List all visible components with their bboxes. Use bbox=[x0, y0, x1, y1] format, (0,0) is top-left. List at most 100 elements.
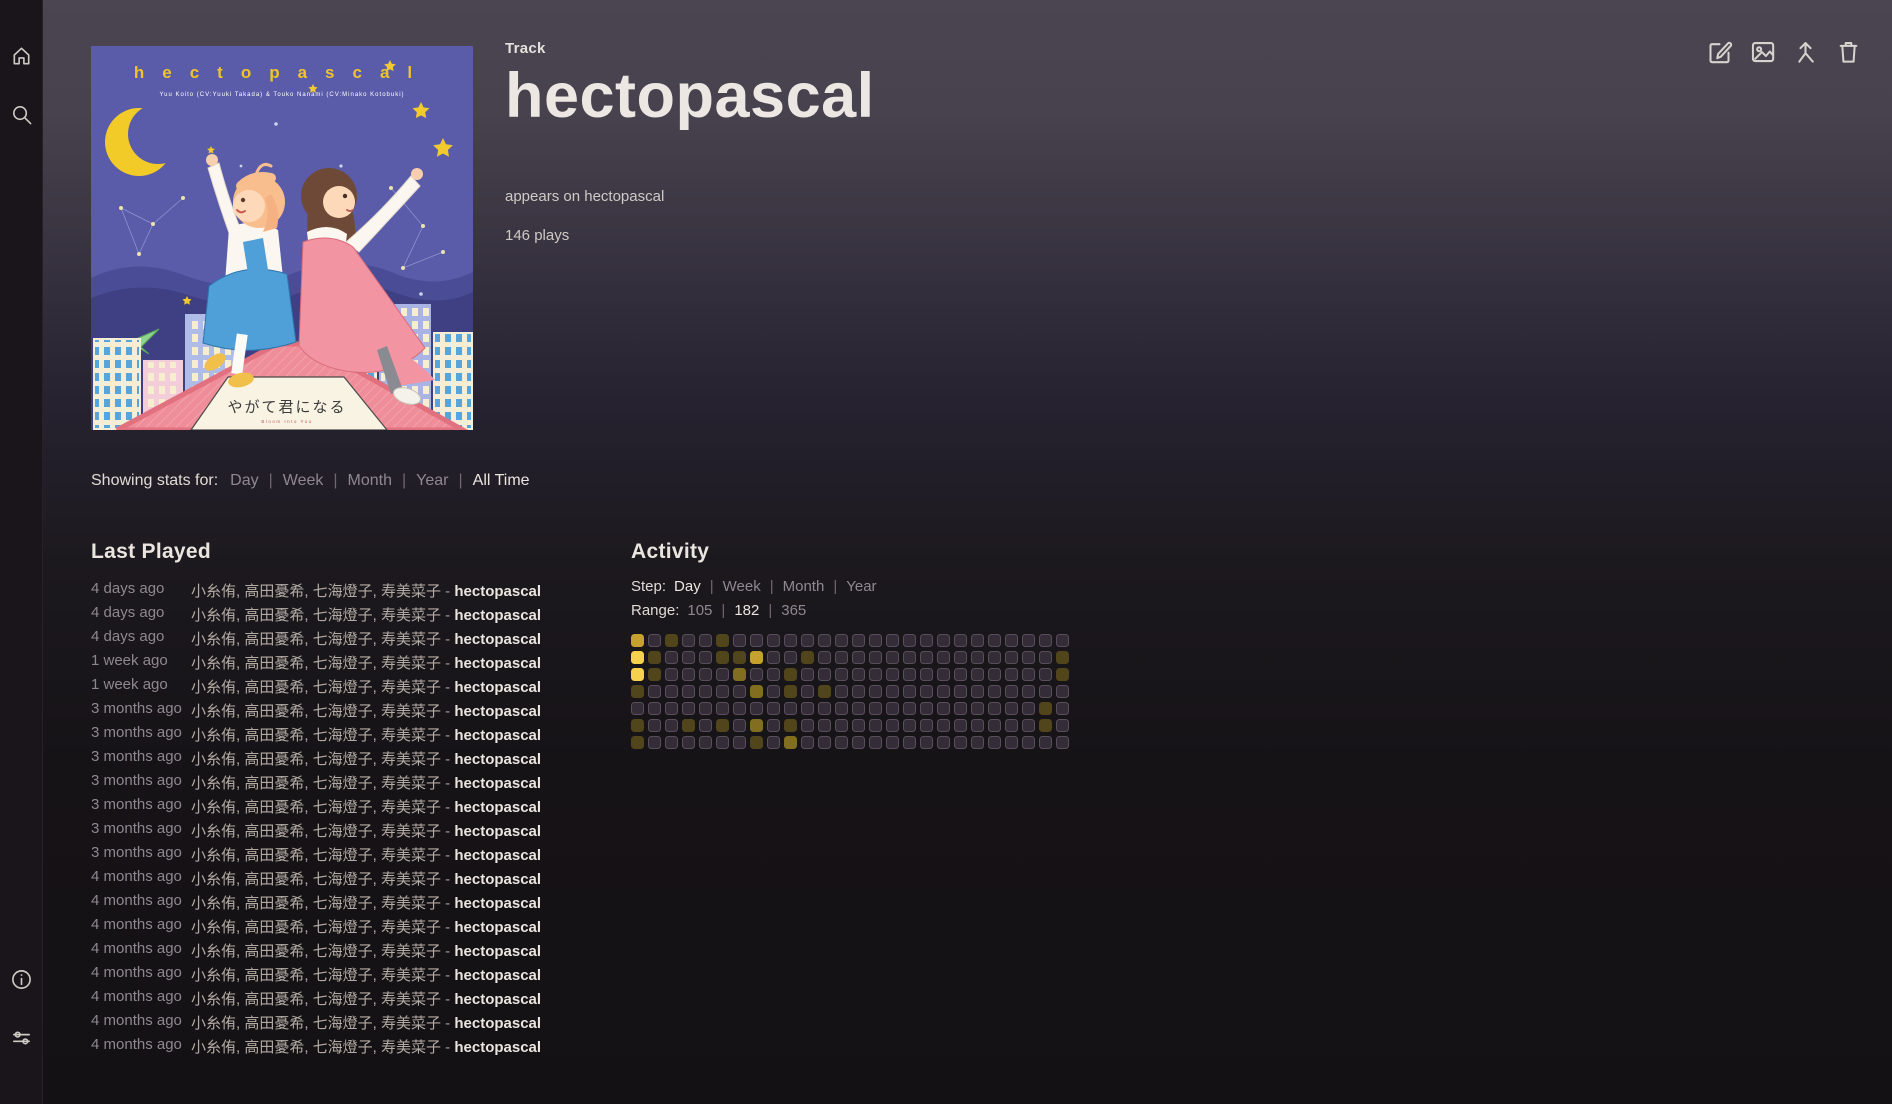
heatmap-cell[interactable] bbox=[903, 702, 916, 715]
range-option-105[interactable]: 105 bbox=[687, 602, 712, 619]
heatmap-cell[interactable] bbox=[1005, 668, 1018, 681]
heatmap-cell[interactable] bbox=[903, 685, 916, 698]
stats-option-year[interactable]: Year bbox=[416, 472, 448, 489]
heatmap-cell[interactable] bbox=[1022, 685, 1035, 698]
artist-links[interactable]: 小糸侑, 高田憂希, 七海燈子, 寿美菜子 bbox=[191, 871, 441, 888]
album-link[interactable]: hectopascal bbox=[584, 188, 664, 205]
heatmap-cell[interactable] bbox=[767, 719, 780, 732]
heatmap-cell[interactable] bbox=[988, 685, 1001, 698]
track-link[interactable]: hectopascal bbox=[454, 895, 541, 912]
heatmap-cell[interactable] bbox=[1022, 719, 1035, 732]
play-time-link[interactable]: 1 week ago bbox=[91, 652, 191, 676]
play-time-link[interactable]: 3 months ago bbox=[91, 820, 191, 844]
album-art[interactable]: やがて君になる Bloom Into You hectopascal Yuu K… bbox=[91, 46, 473, 430]
heatmap-cell[interactable] bbox=[920, 719, 933, 732]
play-time-link[interactable]: 3 months ago bbox=[91, 724, 191, 748]
heatmap-cell[interactable] bbox=[699, 651, 712, 664]
heatmap-cell[interactable] bbox=[733, 685, 746, 698]
heatmap-cell[interactable] bbox=[648, 634, 661, 647]
track-link[interactable]: hectopascal bbox=[454, 991, 541, 1008]
heatmap-cell[interactable] bbox=[903, 736, 916, 749]
heatmap-cell[interactable] bbox=[682, 685, 695, 698]
heatmap-cell[interactable] bbox=[784, 668, 797, 681]
heatmap-cell[interactable] bbox=[988, 668, 1001, 681]
track-link[interactable]: hectopascal bbox=[454, 871, 541, 888]
heatmap-cell[interactable] bbox=[886, 736, 899, 749]
heatmap-cell[interactable] bbox=[1022, 634, 1035, 647]
track-link[interactable]: hectopascal bbox=[454, 1039, 541, 1056]
heatmap-cell[interactable] bbox=[767, 736, 780, 749]
heatmap-cell[interactable] bbox=[1005, 702, 1018, 715]
home-icon[interactable] bbox=[10, 44, 33, 67]
heatmap-cell[interactable] bbox=[750, 685, 763, 698]
heatmap-cell[interactable] bbox=[750, 668, 763, 681]
heatmap-cell[interactable] bbox=[869, 719, 882, 732]
search-icon[interactable] bbox=[10, 103, 33, 126]
heatmap-cell[interactable] bbox=[852, 736, 865, 749]
track-link[interactable]: hectopascal bbox=[454, 967, 541, 984]
heatmap-cell[interactable] bbox=[750, 719, 763, 732]
play-time-link[interactable]: 3 months ago bbox=[91, 772, 191, 796]
heatmap-cell[interactable] bbox=[784, 736, 797, 749]
heatmap-cell[interactable] bbox=[988, 702, 1001, 715]
heatmap-cell[interactable] bbox=[682, 651, 695, 664]
heatmap-cell[interactable] bbox=[631, 668, 644, 681]
heatmap-cell[interactable] bbox=[631, 685, 644, 698]
step-option-day[interactable]: Day bbox=[674, 578, 701, 595]
heatmap-cell[interactable] bbox=[869, 685, 882, 698]
heatmap-cell[interactable] bbox=[971, 702, 984, 715]
heatmap-cell[interactable] bbox=[699, 634, 712, 647]
heatmap-cell[interactable] bbox=[699, 668, 712, 681]
artist-links[interactable]: 小糸侑, 高田憂希, 七海燈子, 寿美菜子 bbox=[191, 607, 441, 624]
heatmap-cell[interactable] bbox=[954, 719, 967, 732]
heatmap-cell[interactable] bbox=[818, 634, 831, 647]
stats-option-day[interactable]: Day bbox=[230, 472, 258, 489]
heatmap-cell[interactable] bbox=[784, 685, 797, 698]
heatmap-cell[interactable] bbox=[954, 736, 967, 749]
stats-option-month[interactable]: Month bbox=[348, 472, 392, 489]
play-time-link[interactable]: 4 months ago bbox=[91, 1012, 191, 1036]
heatmap-cell[interactable] bbox=[903, 668, 916, 681]
heatmap-cell[interactable] bbox=[869, 668, 882, 681]
heatmap-cell[interactable] bbox=[818, 719, 831, 732]
heatmap-cell[interactable] bbox=[835, 719, 848, 732]
track-link[interactable]: hectopascal bbox=[454, 919, 541, 936]
step-option-month[interactable]: Month bbox=[783, 578, 825, 595]
heatmap-cell[interactable] bbox=[648, 685, 661, 698]
heatmap-cell[interactable] bbox=[1056, 736, 1069, 749]
heatmap-cell[interactable] bbox=[733, 736, 746, 749]
track-link[interactable]: hectopascal bbox=[454, 655, 541, 672]
heatmap-cell[interactable] bbox=[835, 702, 848, 715]
heatmap-cell[interactable] bbox=[1056, 668, 1069, 681]
heatmap-cell[interactable] bbox=[920, 634, 933, 647]
heatmap-cell[interactable] bbox=[920, 668, 933, 681]
heatmap-cell[interactable] bbox=[852, 634, 865, 647]
heatmap-cell[interactable] bbox=[648, 702, 661, 715]
heatmap-cell[interactable] bbox=[954, 668, 967, 681]
heatmap-cell[interactable] bbox=[716, 634, 729, 647]
heatmap-cell[interactable] bbox=[733, 719, 746, 732]
track-link[interactable]: hectopascal bbox=[454, 823, 541, 840]
heatmap-cell[interactable] bbox=[1039, 702, 1052, 715]
track-link[interactable]: hectopascal bbox=[454, 847, 541, 864]
heatmap-cell[interactable] bbox=[954, 702, 967, 715]
heatmap-cell[interactable] bbox=[665, 719, 678, 732]
heatmap-cell[interactable] bbox=[784, 651, 797, 664]
artist-links[interactable]: 小糸侑, 高田憂希, 七海燈子, 寿美菜子 bbox=[191, 847, 441, 864]
stats-option-all-time[interactable]: All Time bbox=[473, 472, 530, 489]
heatmap-cell[interactable] bbox=[665, 668, 678, 681]
heatmap-cell[interactable] bbox=[648, 668, 661, 681]
play-time-link[interactable]: 4 months ago bbox=[91, 892, 191, 916]
heatmap-cell[interactable] bbox=[886, 719, 899, 732]
track-link[interactable]: hectopascal bbox=[454, 1015, 541, 1032]
heatmap-cell[interactable] bbox=[886, 651, 899, 664]
heatmap-cell[interactable] bbox=[886, 685, 899, 698]
track-link[interactable]: hectopascal bbox=[454, 631, 541, 648]
track-link[interactable]: hectopascal bbox=[454, 607, 541, 624]
heatmap-cell[interactable] bbox=[699, 736, 712, 749]
heatmap-cell[interactable] bbox=[1005, 651, 1018, 664]
heatmap-cell[interactable] bbox=[937, 634, 950, 647]
heatmap-cell[interactable] bbox=[1022, 668, 1035, 681]
info-icon[interactable] bbox=[10, 968, 33, 991]
heatmap-cell[interactable] bbox=[699, 719, 712, 732]
